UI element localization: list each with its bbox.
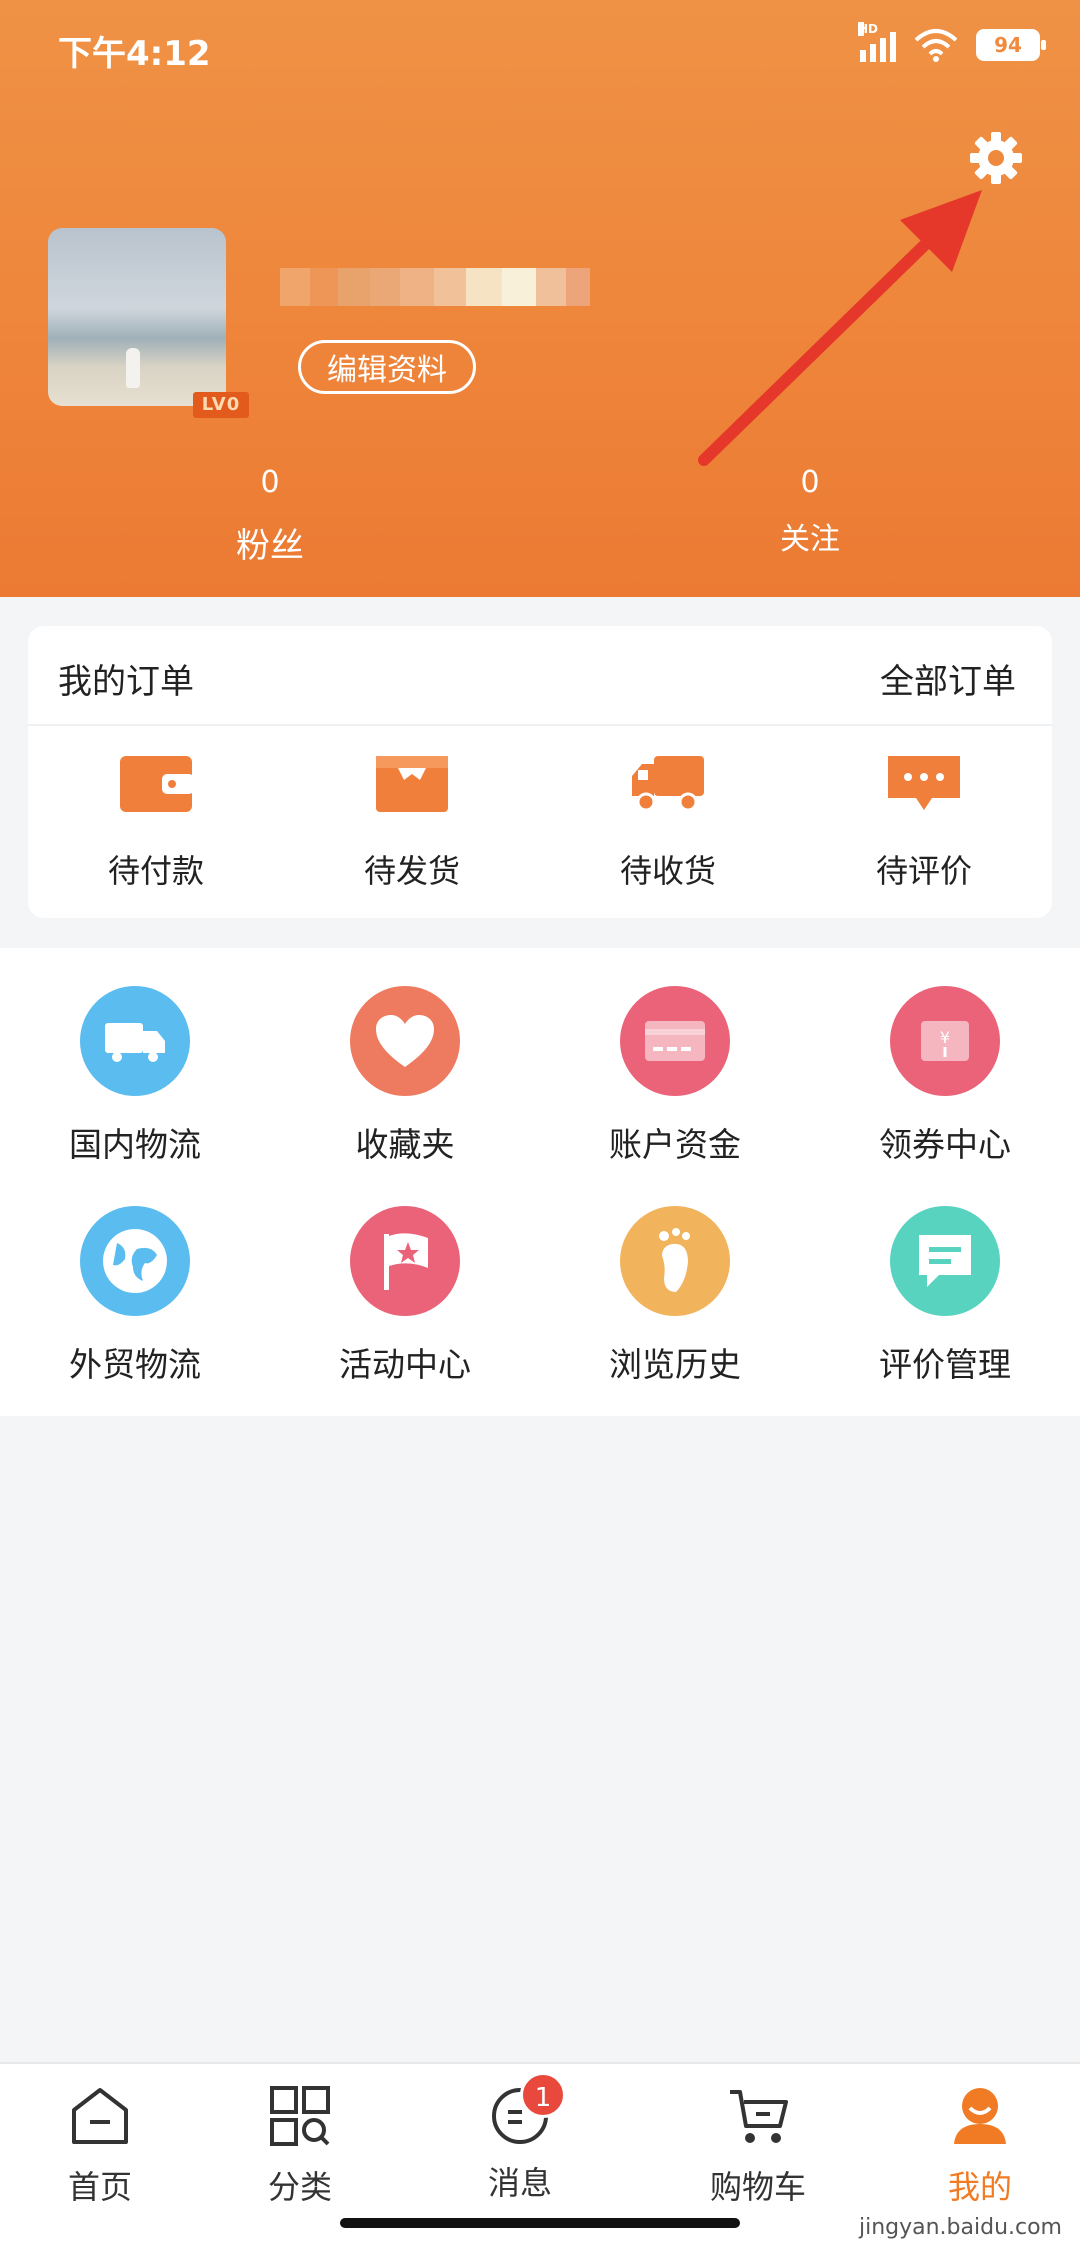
follow-stat[interactable]: 0 关注 [740, 465, 880, 558]
watermark: jingyan.baidu.com [858, 2215, 1062, 2240]
username-blurred [280, 268, 590, 306]
truck-icon [632, 756, 704, 812]
heart-icon [350, 986, 460, 1096]
nav-cart-label: 购物车 [709, 2168, 806, 2206]
battery-icon: 94 [976, 29, 1046, 61]
nav-category[interactable]: 分类 [220, 2084, 380, 2208]
service-label: 外贸物流 [69, 1345, 201, 1384]
service-coupon-center[interactable]: ¥ 领券中心 [810, 986, 1080, 1166]
order-pending-shipment[interactable]: 待发货 [284, 752, 540, 892]
service-domestic-logistics[interactable]: 国内物流 [0, 986, 270, 1166]
order-pending-review[interactable]: 待评价 [796, 752, 1052, 892]
home-icon [72, 2088, 128, 2144]
profile-header: 下午4:12 HD 94 LV0 编辑资料 0 粉丝 0 关注 [0, 0, 1080, 597]
service-activity-center[interactable]: 活动中心 [270, 1206, 540, 1386]
nav-home-label: 首页 [67, 2168, 132, 2206]
orders-title: 我的订单 [58, 662, 194, 702]
service-review-management[interactable]: 评价管理 [810, 1206, 1080, 1386]
truck-icon [80, 986, 190, 1096]
network-type-label: HD [858, 22, 879, 36]
status-time: 下午4:12 [58, 34, 211, 74]
fans-stat[interactable]: 0 粉丝 [200, 465, 340, 567]
settings-gear-icon[interactable] [968, 130, 1024, 186]
user-icon [954, 2088, 1006, 2144]
service-foreign-trade-logistics[interactable]: 外贸物流 [0, 1206, 270, 1386]
service-label: 账户资金 [609, 1125, 741, 1164]
status-bar: 下午4:12 HD 94 [0, 0, 1080, 96]
orders-divider [28, 724, 1052, 726]
service-label: 收藏夹 [355, 1125, 455, 1164]
service-label: 国内物流 [69, 1125, 201, 1164]
avatar-photo-figure [126, 348, 140, 388]
edit-profile-button[interactable]: 编辑资料 [298, 340, 476, 394]
wifi-icon [914, 29, 958, 62]
service-account-funds[interactable]: 账户资金 [540, 986, 810, 1166]
nav-cart[interactable]: 购物车 [678, 2084, 838, 2208]
order-pending-receipt-label: 待收货 [619, 852, 716, 890]
comment-icon [888, 756, 960, 810]
follow-count: 0 [800, 465, 820, 500]
order-pending-payment-label: 待付款 [107, 852, 204, 890]
order-pending-review-label: 待评价 [875, 852, 972, 890]
service-label: 领券中心 [879, 1125, 1011, 1164]
nav-messages[interactable]: 1 消息 [440, 2072, 600, 2204]
cart-icon [730, 2090, 788, 2143]
category-icon [270, 2086, 330, 2146]
nav-mine-label: 我的 [947, 2168, 1012, 2206]
nav-category-label: 分类 [267, 2168, 332, 2206]
order-pending-shipment-label: 待发货 [363, 852, 460, 890]
follow-label: 关注 [780, 522, 840, 557]
service-label: 浏览历史 [609, 1345, 741, 1384]
flag-icon [350, 1206, 460, 1316]
order-pending-payment[interactable]: 待付款 [28, 752, 284, 892]
coupon-icon: ¥ [890, 986, 1000, 1096]
service-label: 活动中心 [339, 1345, 471, 1384]
message-icon-wrap: 1 [488, 2072, 566, 2148]
service-favorites[interactable]: 收藏夹 [270, 986, 540, 1166]
all-orders-link[interactable]: 全部订单 [880, 654, 1016, 703]
service-label: 评价管理 [879, 1345, 1011, 1384]
signal-icon: HD [858, 22, 896, 62]
edit-profile-label: 编辑资料 [327, 353, 447, 388]
services-grid: 国内物流 收藏夹 账户资金 ¥ 领券中心 外贸物流 活动中心 浏览历史 评价管理 [0, 948, 1080, 1416]
nav-messages-label: 消息 [487, 2164, 552, 2202]
svg-text:¥: ¥ [940, 1028, 950, 1047]
status-icons: HD 94 [858, 22, 1046, 62]
nav-home[interactable]: 首页 [20, 2084, 180, 2208]
message-count-badge: 1 [520, 2072, 566, 2118]
service-browse-history[interactable]: 浏览历史 [540, 1206, 810, 1386]
fans-label: 粉丝 [236, 526, 304, 566]
level-badge: LV0 [193, 392, 249, 418]
message-icon [890, 1206, 1000, 1316]
footprint-icon [620, 1206, 730, 1316]
nav-mine[interactable]: 我的 [900, 2084, 1060, 2208]
globe-icon [80, 1206, 190, 1316]
avatar[interactable] [48, 228, 226, 406]
wallet-icon [120, 756, 194, 812]
orders-card: 我的订单 全部订单 待付款 待发货 待收货 待评价 [28, 626, 1052, 918]
box-icon [376, 756, 448, 812]
battery-level: 94 [994, 33, 1022, 57]
order-pending-receipt[interactable]: 待收货 [540, 752, 796, 892]
fans-count: 0 [260, 465, 280, 500]
home-indicator [340, 2218, 740, 2228]
card-icon [620, 986, 730, 1096]
